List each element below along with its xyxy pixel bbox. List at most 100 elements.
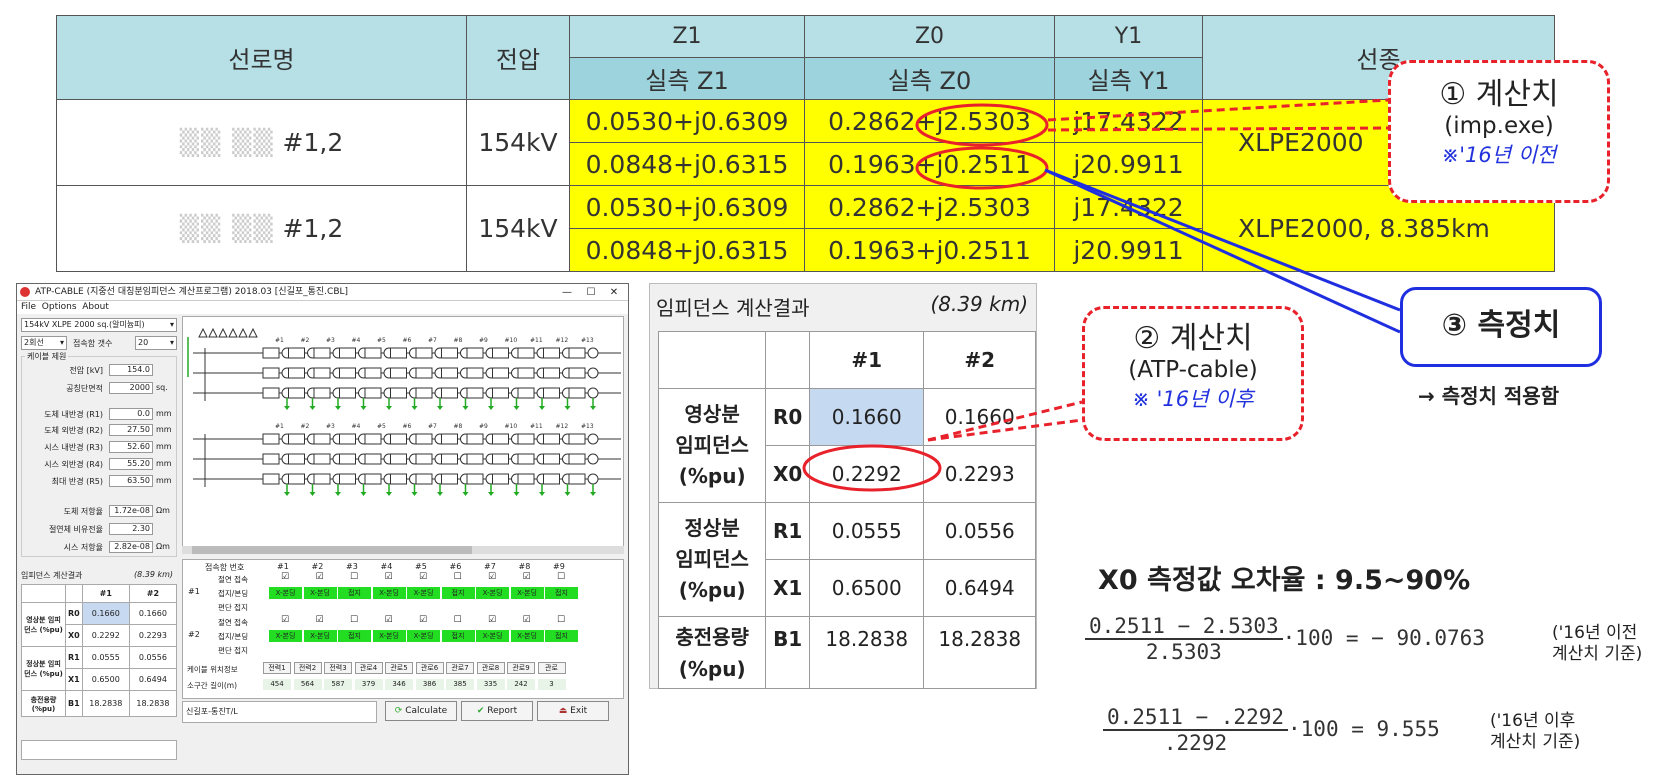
bonding-cell[interactable]: 접지 xyxy=(338,587,371,599)
impedance-block xyxy=(313,433,331,445)
param-input[interactable]: 55.20 xyxy=(109,458,153,470)
position-button[interactable]: 전력1 xyxy=(263,662,291,674)
maximize-icon[interactable]: ☐ xyxy=(580,284,602,301)
checkbox-icon[interactable]: ☑ xyxy=(385,615,393,625)
bonding-cell[interactable]: X-본딩 xyxy=(303,587,337,599)
segment-length-cell[interactable]: 379 xyxy=(354,679,383,690)
segment-length-cell[interactable]: 335 xyxy=(476,679,505,690)
param-input[interactable]: 154.0 xyxy=(109,364,153,376)
formula1-note: ('16년 이전 계산치 기준) xyxy=(1552,623,1643,664)
horizontal-scrollbar[interactable] xyxy=(182,546,624,554)
checkbox-icon[interactable]: ☑ xyxy=(523,572,531,582)
param-unit: Ωm xyxy=(156,542,170,551)
position-button[interactable]: 관로 xyxy=(537,662,566,674)
position-button[interactable]: 전력2 xyxy=(293,662,322,674)
impedance-block xyxy=(568,473,586,485)
menu-options[interactable]: Options xyxy=(42,302,77,312)
close-icon[interactable]: ✕ xyxy=(603,284,625,301)
checkbox-icon[interactable]: ☑ xyxy=(281,615,289,625)
bonding-cell[interactable]: X-본딩 xyxy=(269,630,302,642)
cable-type-select[interactable]: 154kV XLPE 2000 sq.(알미늄피) ▾ xyxy=(21,318,177,332)
bonding-cell[interactable]: X-본딩 xyxy=(372,630,406,642)
checkbox-icon[interactable]: ☑ xyxy=(523,615,531,625)
checkbox-icon[interactable]: ☑ xyxy=(316,572,324,582)
checkbox-icon[interactable]: ☑ xyxy=(488,615,496,625)
grid-col-header: #6 xyxy=(449,562,462,571)
position-button[interactable]: 관로8 xyxy=(476,662,505,674)
cell-value: 18.2838 xyxy=(81,690,130,717)
bonding-cell[interactable]: 접지 xyxy=(441,587,475,599)
position-button[interactable]: 관로9 xyxy=(507,662,535,674)
checkbox-icon[interactable]: ☑ xyxy=(281,572,289,582)
param-unit: Ωm xyxy=(156,506,170,515)
report-button[interactable]: ✔ Report xyxy=(461,701,533,721)
segment-length-cell[interactable]: 385 xyxy=(446,679,474,690)
param-input[interactable]: 27.50 xyxy=(109,424,153,436)
checkbox-icon[interactable]: ☐ xyxy=(557,615,565,625)
bonding-cell[interactable]: X-본딩 xyxy=(476,587,509,599)
checkbox-icon[interactable]: ☐ xyxy=(350,572,358,582)
param-label: 전압 [kV] xyxy=(69,366,103,375)
menu-bar: File Options About xyxy=(17,301,628,314)
checkbox-icon[interactable]: ☑ xyxy=(419,572,427,582)
menu-file[interactable]: File xyxy=(21,302,36,312)
source-icon xyxy=(218,327,228,338)
param-input[interactable]: 0.0 xyxy=(109,408,153,420)
bonding-cell[interactable]: X-본딩 xyxy=(269,587,302,599)
checkbox-icon[interactable]: ☑ xyxy=(488,572,496,582)
param-input[interactable]: 1.72e-08 xyxy=(109,505,153,517)
impedance-block xyxy=(517,453,535,465)
bonding-cell[interactable]: X-본딩 xyxy=(303,630,337,642)
group-pos-seq: 정상분 임피던스 (%pu) xyxy=(21,646,66,691)
segment-length-cell[interactable]: 242 xyxy=(507,679,535,690)
col-2: #2 xyxy=(128,584,178,603)
param-input[interactable]: 63.50 xyxy=(109,475,153,487)
position-button[interactable]: 관로5 xyxy=(385,662,413,674)
segment-length-cell[interactable]: 346 xyxy=(385,679,413,690)
checkbox-icon[interactable]: ☑ xyxy=(419,615,427,625)
bonding-cell[interactable]: X-본딩 xyxy=(407,587,440,599)
param-input[interactable]: 2000 xyxy=(109,382,153,394)
segment-length-cell[interactable]: 587 xyxy=(324,679,352,690)
callout-note: ※ '16년 이후 xyxy=(1132,387,1254,411)
position-button[interactable]: 관로4 xyxy=(354,662,383,674)
segment-length-cell[interactable]: 3 xyxy=(537,679,566,690)
checkbox-icon[interactable]: ☐ xyxy=(557,572,565,582)
param-input[interactable]: 52.60 xyxy=(109,441,153,453)
minimize-icon[interactable]: — xyxy=(556,284,578,301)
position-button[interactable]: 관로7 xyxy=(446,662,474,674)
impedance-block xyxy=(568,453,586,465)
bonding-cell[interactable]: X-본딩 xyxy=(510,630,544,642)
position-button[interactable]: 관로6 xyxy=(415,662,444,674)
bonding-cell[interactable]: 접지 xyxy=(545,587,578,599)
junction-count-select[interactable]: 20 ▾ xyxy=(135,336,177,350)
grid-row-label: 편단 접지 xyxy=(218,646,248,655)
checkbox-icon[interactable]: ☐ xyxy=(454,572,462,582)
bonding-cell[interactable]: X-본딩 xyxy=(510,587,544,599)
bonding-cell[interactable]: X-본딩 xyxy=(372,587,406,599)
circuit-select[interactable]: 2회선 ▾ xyxy=(21,336,67,350)
bonding-cell[interactable]: 접지 xyxy=(338,630,371,642)
checkbox-icon[interactable]: ☐ xyxy=(454,615,462,625)
exit-button[interactable]: ⏏ Exit xyxy=(537,701,609,721)
bonding-cell[interactable]: 접지 xyxy=(441,630,475,642)
node-label: #11 xyxy=(530,337,543,344)
formula2-numerator: 0.2511 − .2292 xyxy=(1103,705,1289,731)
param-input[interactable]: 2.82e-08 xyxy=(109,541,153,553)
segment-length-cell[interactable]: 454 xyxy=(263,679,291,690)
segment-length-cell[interactable]: 386 xyxy=(415,679,444,690)
impedance-block xyxy=(517,387,535,399)
bonding-cell[interactable]: X-본딩 xyxy=(476,630,509,642)
group-label: #1 xyxy=(188,587,200,596)
param-input[interactable]: 2.30 xyxy=(109,523,153,535)
checkbox-icon[interactable]: ☑ xyxy=(316,615,324,625)
bonding-cell[interactable]: X-본딩 xyxy=(407,630,440,642)
checkbox-icon[interactable]: ☐ xyxy=(350,615,358,625)
menu-about[interactable]: About xyxy=(82,302,109,312)
impedance-block xyxy=(517,473,535,485)
calculate-button[interactable]: ⟳ Calculate xyxy=(385,701,457,721)
bonding-cell[interactable]: 접지 xyxy=(545,630,578,642)
segment-length-cell[interactable]: 564 xyxy=(293,679,322,690)
checkbox-icon[interactable]: ☑ xyxy=(385,572,393,582)
position-button[interactable]: 전력3 xyxy=(324,662,352,674)
